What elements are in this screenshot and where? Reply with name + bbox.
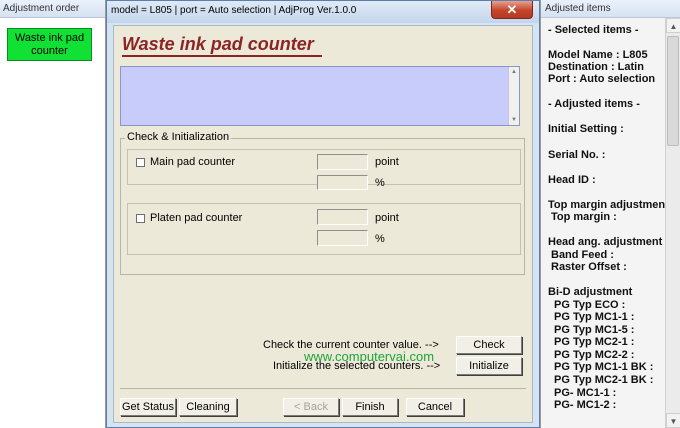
adjustment-order-list: Waste ink pad counter xyxy=(0,18,105,428)
initialize-button[interactable]: Initialize xyxy=(456,357,522,375)
adjusted-items-scrollbar[interactable]: ▲ ▼ xyxy=(665,18,680,428)
dialog-titlebar: model = L805 | port = Auto selection | A… xyxy=(107,1,539,23)
title-underline xyxy=(122,55,322,57)
adjusted-items-line: Port : Auto selection xyxy=(548,73,656,85)
adjusted-items-line: Head ID : xyxy=(548,174,596,186)
adjusted-items-line: Raster Offset : xyxy=(551,261,627,273)
scroll-up-arrow-icon[interactable]: ▲ xyxy=(509,69,519,75)
scroll-down-arrow-icon[interactable]: ▼ xyxy=(509,117,519,123)
close-button[interactable]: ✕ xyxy=(491,1,533,19)
adjusted-items-line: PG- MC1-2 : xyxy=(554,399,617,411)
scroll-up-arrow-icon[interactable]: ▲ xyxy=(666,18,680,33)
adjusted-items-line: Head ang. adjustment xyxy=(548,236,663,248)
platen-pad-percent-unit: % xyxy=(375,233,385,245)
adjustment-item-waste-ink-pad-counter[interactable]: Waste ink pad counter xyxy=(7,28,92,61)
main-pad-counter-checkbox[interactable] xyxy=(136,158,145,167)
adjusted-items-line: Destination : Latin xyxy=(548,61,644,73)
adjusted-items-line: Model Name : L805 xyxy=(548,49,648,61)
scrollbar-thumb[interactable] xyxy=(667,36,679,146)
adjusted-items-line: PG Typ MC2-2 : xyxy=(554,349,635,361)
adjusted-items-title: Adjusted items xyxy=(541,0,680,18)
adjusted-items-line: PG Typ ECO : xyxy=(554,299,626,311)
adjusted-items-line: Top margin adjustment xyxy=(548,199,669,211)
adjusted-items-panel: Adjusted items - Selected items - Model … xyxy=(540,0,680,428)
page-title: Waste ink pad counter xyxy=(122,34,314,54)
adjusted-items-line: - Adjusted items - xyxy=(548,98,640,110)
check-button[interactable]: Check xyxy=(456,336,522,354)
get-status-button[interactable]: Get Status xyxy=(120,398,176,416)
main-pad-counter-label: Main pad counter xyxy=(150,156,235,168)
platen-pad-counter-label: Platen pad counter xyxy=(150,212,243,224)
adjusted-items-line: PG- MC1-1 : xyxy=(554,387,617,399)
platen-pad-counter-checkbox[interactable] xyxy=(136,214,145,223)
group-title: Check & Initialization xyxy=(125,131,232,143)
dialog-window-title: model = L805 | port = Auto selection | A… xyxy=(111,5,357,16)
cleaning-button[interactable]: Cleaning xyxy=(179,398,237,416)
adjusted-items-line: - Selected items - xyxy=(548,24,639,36)
platen-pad-point-field xyxy=(317,209,368,225)
adjusted-items-line: PG Typ MC1-1 : xyxy=(554,311,635,323)
main-pad-counter-box: Main pad counter point % xyxy=(127,149,521,190)
adjusted-items-line: PG Typ MC2-1 : xyxy=(554,336,635,348)
adjustment-item-label-line2: counter xyxy=(31,45,68,57)
initialize-instruction: Initialize the selected counters. --> xyxy=(273,360,441,372)
adjusted-items-line: Serial No. : xyxy=(548,149,606,161)
back-button[interactable]: < Back xyxy=(283,398,339,416)
adjustment-item-label-line1: Waste ink pad xyxy=(14,32,85,44)
platen-pad-point-unit: point xyxy=(375,212,399,224)
scroll-down-arrow-icon[interactable]: ▼ xyxy=(666,413,680,428)
adjusted-items-line: PG Typ MC1-1 BK : xyxy=(554,361,654,373)
adjustment-order-panel: Adjustment order Waste ink pad counter xyxy=(0,0,106,428)
adjusted-items-line: PG Typ MC1-5 : xyxy=(554,324,635,336)
adjustment-order-title: Adjustment order xyxy=(0,0,105,18)
dialog-client-area: Waste ink pad counter ▲ ▼ Check & Initia… xyxy=(113,25,533,423)
adjusted-items-line: Top margin : xyxy=(551,211,617,223)
cancel-button[interactable]: Cancel xyxy=(406,398,464,416)
main-pad-percent-unit: % xyxy=(375,177,385,189)
finish-button[interactable]: Finish xyxy=(342,398,398,416)
main-pad-point-field xyxy=(317,154,368,170)
message-box-scrollbar[interactable]: ▲ ▼ xyxy=(508,67,519,125)
platen-pad-counter-box: Platen pad counter point % xyxy=(127,203,521,255)
adjusted-items-line: Initial Setting : xyxy=(548,123,624,135)
adjusted-items-line: Band Feed : xyxy=(551,249,614,261)
adjusted-items-list: - Selected items - Model Name : L805 Des… xyxy=(541,18,680,428)
check-initialization-group: Check & Initialization Main pad counter … xyxy=(120,131,525,275)
platen-pad-percent-field xyxy=(317,230,368,246)
main-pad-percent-field xyxy=(317,175,368,190)
waste-ink-pad-dialog: model = L805 | port = Auto selection | A… xyxy=(106,0,540,428)
main-pad-point-unit: point xyxy=(375,156,399,168)
message-box: ▲ ▼ xyxy=(120,66,520,126)
adjusted-items-line: PG Typ MC2-1 BK : xyxy=(554,374,654,386)
footer-divider xyxy=(120,388,526,389)
adjusted-items-line: Bi-D adjustment xyxy=(548,286,633,298)
close-icon: ✕ xyxy=(506,2,518,17)
